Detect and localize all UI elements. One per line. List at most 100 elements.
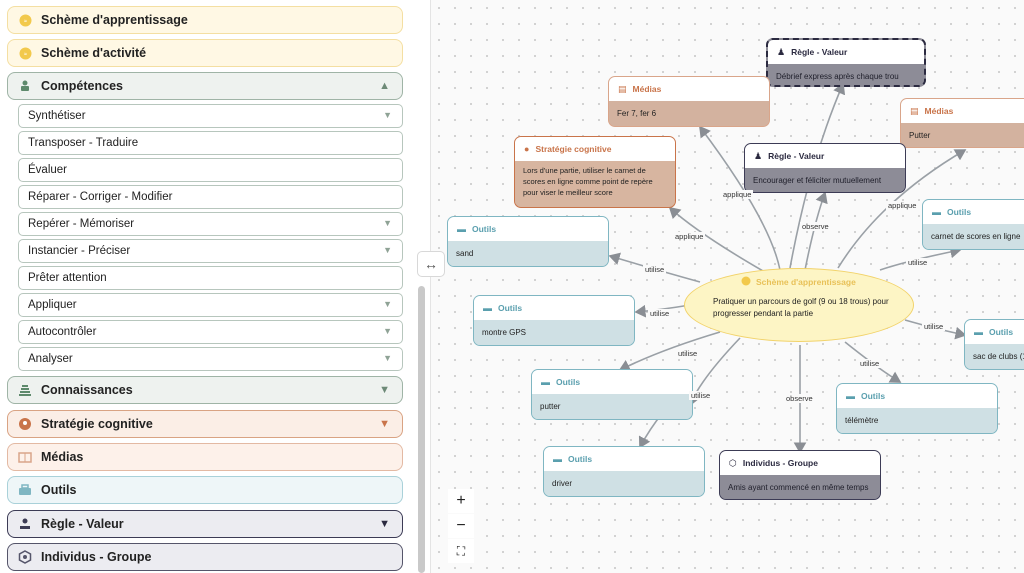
category-individus[interactable]: Individus - Groupe — [7, 543, 403, 571]
group-icon: ⬡ — [729, 457, 737, 468]
competence-item[interactable]: Évaluer — [18, 158, 403, 182]
media-icon: ▤ — [910, 105, 919, 116]
media-icon — [18, 450, 32, 464]
category-label: Connaissances — [41, 383, 133, 397]
category-competences[interactable]: Compétences ▲ — [7, 72, 403, 100]
chevron-down-icon[interactable]: ▼ — [383, 245, 392, 255]
node-outils-telemetre[interactable]: ▬ Outils télémètre — [836, 383, 998, 434]
node-outils-carnet[interactable]: ▬ Outils carnet de scores en ligne — [922, 199, 1024, 250]
chevron-down-icon[interactable]: ▼ — [379, 384, 390, 396]
resize-icon: ↔ — [424, 256, 438, 272]
tools-icon — [18, 483, 32, 497]
node-outils-driver[interactable]: ▬ Outils driver — [543, 446, 705, 497]
zoom-in-button[interactable]: + — [448, 489, 474, 513]
zoom-out-button[interactable]: − — [448, 514, 474, 538]
minus-icon: − — [456, 517, 466, 534]
category-connaissances[interactable]: Connaissances ▼ — [7, 376, 403, 404]
tools-icon: ▬ — [974, 327, 983, 337]
competence-item[interactable]: Autocontrôler ▼ — [18, 320, 403, 344]
tools-icon: ▬ — [846, 391, 855, 401]
rule-icon: ♟ — [777, 46, 786, 57]
edge-label: observe — [784, 394, 815, 403]
head-icon: ● — [524, 144, 530, 154]
node-regle-debrief[interactable]: ♟ Règle - Valeur Débrief express après ch… — [766, 38, 926, 87]
books-icon — [18, 383, 32, 397]
scheme-learning-icon — [741, 276, 751, 288]
chevron-down-icon[interactable]: ▼ — [383, 218, 392, 228]
category-label: Schème d'activité — [41, 46, 147, 60]
category-strategie[interactable]: Stratégie cognitive ▼ — [7, 410, 403, 438]
competence-item[interactable]: Transposer - Traduire — [18, 131, 403, 155]
node-outils-gps[interactable]: ▬ Outils montre GPS — [473, 295, 635, 346]
edge-label: applique — [721, 190, 754, 199]
node-outils-sand[interactable]: ▬ Outils sand — [447, 216, 609, 267]
scheme-learning-icon: ≈ — [18, 13, 32, 27]
sidebar: ≈ Schème d'apprentissage ≈ Schème d'acti… — [0, 0, 410, 573]
category-label: Schème d'apprentissage — [41, 13, 188, 27]
chevron-down-icon[interactable]: ▼ — [383, 110, 392, 120]
node-medias-fer[interactable]: ▤ Médias Fer 7, fer 6 — [608, 76, 770, 127]
center-node[interactable]: Schème d'apprentissage Pratiquer un parc… — [684, 268, 914, 342]
center-node-title: Schème d'apprentissage — [741, 276, 856, 288]
competence-item[interactable]: Réparer - Corriger - Modifier — [18, 185, 403, 209]
category-scheme-apprentissage[interactable]: ≈ Schème d'apprentissage — [7, 6, 403, 34]
chevron-down-icon[interactable]: ▼ — [383, 326, 392, 336]
media-icon: ▤ — [618, 83, 627, 94]
plus-icon: + — [456, 492, 466, 509]
edge-label: utilise — [689, 391, 713, 400]
chevron-down-icon[interactable]: ▼ — [383, 299, 392, 309]
competence-item[interactable]: Repérer - Mémoriser ▼ — [18, 212, 403, 236]
category-label: Règle - Valeur — [41, 517, 124, 531]
edge-label: utilise — [922, 322, 946, 331]
category-label: Médias — [41, 450, 84, 464]
category-scheme-activite[interactable]: ≈ Schème d'activité — [7, 39, 403, 67]
resize-handle[interactable]: ↔ — [417, 251, 445, 277]
tools-icon: ▬ — [457, 224, 466, 234]
competence-item[interactable]: Appliquer ▼ — [18, 293, 403, 317]
category-regle[interactable]: Règle - Valeur ▼ — [7, 510, 403, 538]
tools-icon: ▬ — [553, 454, 562, 464]
node-outils-sac[interactable]: ▬ Outils sac de clubs (1 — [964, 319, 1024, 370]
tools-icon: ▬ — [541, 377, 550, 387]
head-icon — [18, 417, 32, 431]
edge-label: observe — [800, 222, 831, 231]
edge-label: utilise — [643, 265, 667, 274]
chevron-down-icon[interactable]: ▼ — [379, 418, 390, 430]
category-medias[interactable]: Médias — [7, 443, 403, 471]
center-node-text: Pratiquer un parcours de golf (9 ou 18 t… — [713, 297, 889, 318]
node-individus[interactable]: ⬡ Individus - Groupe Amis ayant commencé … — [719, 450, 881, 500]
competence-icon — [18, 79, 32, 93]
node-regle-encourager[interactable]: ♟ Règle - Valeur Encourager et féliciter … — [744, 143, 906, 193]
competence-item[interactable]: Synthétiser ▼ — [18, 104, 403, 128]
edge-label: applique — [673, 232, 706, 241]
edge-label: utilise — [676, 349, 700, 358]
sidebar-scrollbar[interactable] — [418, 286, 425, 573]
category-outils[interactable]: Outils — [7, 476, 403, 504]
node-strategie[interactable]: ● Stratégie cognitive Lors d'une partie, … — [514, 136, 676, 208]
fit-view-button[interactable]: ⛶ — [448, 539, 474, 563]
tools-icon: ▬ — [483, 303, 492, 313]
svg-text:≈: ≈ — [24, 51, 27, 57]
node-outils-putter[interactable]: ▬ Outils putter — [531, 369, 693, 420]
rule-icon — [18, 517, 32, 531]
competence-item[interactable]: Prêter attention — [18, 266, 403, 290]
svg-text:≈: ≈ — [24, 18, 27, 24]
edge-label: utilise — [648, 309, 672, 318]
category-label: Outils — [41, 483, 77, 497]
collapse-icon[interactable]: ▲ — [379, 80, 390, 92]
competence-item[interactable]: Analyser ▼ — [18, 347, 403, 371]
category-label: Compétences — [41, 79, 123, 93]
rule-icon: ♟ — [754, 150, 763, 161]
chevron-down-icon[interactable]: ▼ — [379, 518, 390, 530]
edge-label: utilise — [906, 258, 930, 267]
group-icon — [18, 550, 32, 564]
fit-view-icon: ⛶ — [456, 543, 466, 558]
chevron-down-icon[interactable]: ▼ — [383, 353, 392, 363]
node-medias-putter[interactable]: ▤ Médias Putter — [900, 98, 1024, 148]
category-label: Individus - Groupe — [41, 550, 152, 564]
competence-item[interactable]: Instancier - Préciser ▼ — [18, 239, 403, 263]
tools-icon: ▬ — [932, 207, 941, 217]
edge-label: applique — [886, 201, 919, 210]
category-label: Stratégie cognitive — [41, 417, 153, 431]
edge-label: utilise — [858, 359, 882, 368]
